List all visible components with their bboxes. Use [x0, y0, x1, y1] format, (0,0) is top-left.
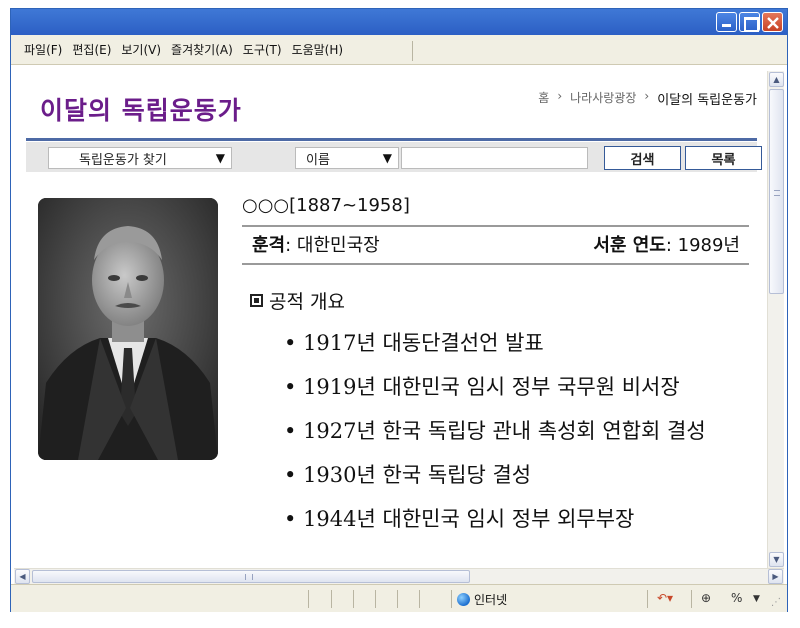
status-divider: [451, 590, 452, 608]
award-info-row: 훈격: 대한민국장 서훈 연도: 1989년: [252, 231, 740, 257]
title-bar[interactable]: [11, 9, 787, 35]
square-bullet-icon: [250, 294, 263, 307]
menu-file[interactable]: 파일(F): [24, 41, 62, 58]
maximize-button[interactable]: [739, 12, 760, 32]
search-bar: 독립운동가 찾기 ▼ 이름 ▼ 검색 목록: [26, 142, 762, 172]
colon: :: [285, 235, 297, 256]
scroll-left-button[interactable]: ◀: [15, 569, 30, 584]
menu-divider: [412, 41, 413, 61]
list-item: 1919년 대한민국 임시 정부 국무원 비서장: [284, 372, 706, 416]
vertical-scroll-thumb[interactable]: [769, 89, 784, 294]
protected-mode-icon[interactable]: ↶▾: [657, 591, 673, 605]
breadcrumb: 홈 › 나라사랑광장 › 이달의 독립운동가: [538, 89, 757, 108]
minimize-button[interactable]: [716, 12, 737, 32]
breadcrumb-current: 이달의 독립운동가: [657, 93, 757, 108]
menu-tools[interactable]: 도구(T): [243, 41, 282, 58]
menu-help[interactable]: 도움말(H): [292, 41, 344, 58]
page-viewport: 이달의 독립운동가 홈 › 나라사랑광장 › 이달의 독립운동가 독립운동가 찾…: [14, 71, 767, 568]
year-value: 1989년: [677, 235, 740, 256]
globe-icon: [457, 593, 470, 606]
breadcrumb-separator: ›: [557, 89, 563, 103]
chevron-up-icon: ▲: [773, 75, 780, 84]
status-divider: [331, 590, 332, 608]
scroll-right-button[interactable]: ▶: [768, 569, 783, 584]
status-divider: [647, 590, 648, 608]
title-divider: [26, 138, 757, 141]
list-item: 1927년 한국 독립당 관내 촉성회 연합회 결성: [284, 416, 706, 460]
horizontal-scroll-thumb[interactable]: [32, 570, 470, 583]
grip-icon: [774, 190, 780, 196]
scroll-down-button[interactable]: ▼: [769, 552, 784, 567]
order-label: 훈격: [252, 235, 286, 256]
person-name: ○○○[1887~1958]: [242, 195, 410, 216]
scroll-up-button[interactable]: ▲: [769, 72, 784, 87]
info-divider-bottom: [242, 263, 749, 265]
chevron-down-icon[interactable]: ▼: [753, 594, 760, 604]
year-label: 서훈 연도: [593, 235, 666, 256]
zone-label: 인터넷: [474, 593, 508, 607]
portrait-photo: [38, 198, 218, 460]
chevron-left-icon: ◀: [19, 572, 26, 581]
breadcrumb-separator: ›: [644, 89, 650, 103]
grip-icon: [245, 574, 253, 580]
info-divider-top: [242, 225, 749, 227]
zoom-icon[interactable]: ⊕: [701, 591, 711, 605]
chevron-down-icon: ▼: [215, 151, 225, 165]
menu-view[interactable]: 보기(V): [121, 41, 161, 58]
achievement-list: 1917년 대동단결선언 발표 1919년 대한민국 임시 정부 국무원 비서장…: [284, 328, 706, 548]
browser-window: 파일(F) 편집(E) 보기(V) 즐겨찾기(A) 도구(T) 도움말(H) 이…: [10, 8, 788, 612]
status-divider: [375, 590, 376, 608]
menu-edit[interactable]: 편집(E): [72, 41, 111, 58]
category-select-value: 독립운동가 찾기: [79, 152, 167, 168]
breadcrumb-plaza[interactable]: 나라사랑광장: [570, 89, 636, 108]
status-bar: 인터넷 ↶▾ ⊕ % ▼ ⋰: [11, 584, 787, 612]
order-value: 대한민국장: [296, 235, 380, 256]
window-controls: [716, 12, 783, 32]
chevron-down-icon: ▼: [382, 151, 392, 165]
portrait-image: [38, 198, 218, 460]
summary-heading: 공적 개요: [250, 287, 345, 314]
status-divider: [353, 590, 354, 608]
list-item: 1944년 대한민국 임시 정부 외무부장: [284, 504, 706, 548]
colon: :: [665, 235, 678, 256]
zoom-level[interactable]: %: [731, 591, 742, 605]
list-item: 1917년 대동단결선언 발표: [284, 328, 706, 372]
list-button[interactable]: 목록: [685, 146, 762, 170]
chevron-down-icon: ▼: [773, 555, 780, 564]
breadcrumb-home[interactable]: 홈: [538, 89, 549, 108]
status-divider: [419, 590, 420, 608]
security-zone[interactable]: 인터넷: [457, 591, 507, 608]
vertical-scrollbar[interactable]: ▲ ▼: [767, 71, 784, 568]
page-title: 이달의 독립운동가: [40, 96, 242, 125]
search-button[interactable]: 검색: [604, 146, 681, 170]
field-select-value: 이름: [306, 152, 330, 168]
close-icon: [767, 17, 779, 29]
summary-title: 공적 개요: [269, 291, 345, 313]
menu-favorites[interactable]: 즐겨찾기(A): [171, 41, 233, 58]
field-select[interactable]: 이름 ▼: [295, 147, 399, 169]
close-button[interactable]: [762, 12, 783, 32]
status-divider: [397, 590, 398, 608]
status-divider: [691, 590, 692, 608]
list-item: 1930년 한국 독립당 결성: [284, 460, 706, 504]
horizontal-scrollbar[interactable]: ◀ ▶: [14, 568, 784, 584]
status-divider: [308, 590, 309, 608]
menu-bar: 파일(F) 편집(E) 보기(V) 즐겨찾기(A) 도구(T) 도움말(H): [11, 35, 787, 65]
chevron-right-icon: ▶: [772, 572, 779, 581]
category-select[interactable]: 독립운동가 찾기 ▼: [48, 147, 232, 169]
resize-grip-icon[interactable]: ⋰: [771, 597, 781, 608]
search-input[interactable]: [401, 147, 588, 169]
